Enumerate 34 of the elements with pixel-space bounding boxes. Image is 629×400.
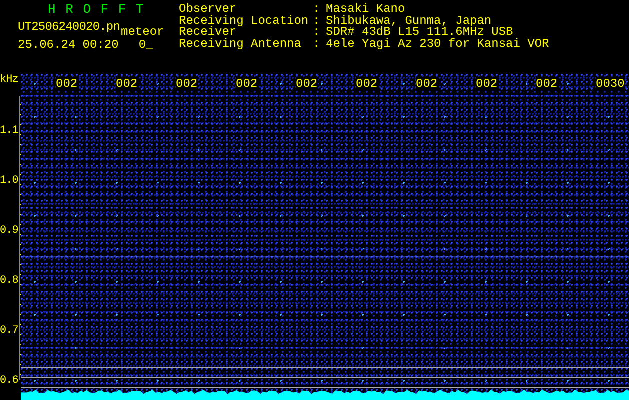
info-value: Shibukawa, Gunma, Japan bbox=[326, 16, 492, 27]
timestamp: 25.06.24 00:20 bbox=[18, 39, 119, 51]
info-value: SDR# 43dB L15 111.6MHz USB bbox=[326, 27, 514, 38]
axis-label: 0.7 bbox=[0, 325, 19, 337]
separator: : bbox=[313, 16, 322, 27]
time-label: 002 bbox=[476, 77, 498, 91]
separator: : bbox=[313, 38, 322, 50]
axis-label: 1.1 bbox=[0, 125, 19, 137]
time-label: 002 bbox=[176, 77, 198, 91]
axis-label: 0.6 bbox=[0, 375, 19, 387]
info-label: Receiver bbox=[179, 27, 237, 38]
axis-label: 0.8 bbox=[0, 275, 19, 287]
time-label: 0030 bbox=[596, 77, 625, 91]
time-label: 002 bbox=[356, 77, 378, 91]
time-label: 002 bbox=[236, 77, 258, 91]
separator: : bbox=[313, 27, 322, 38]
time-label: 002 bbox=[416, 77, 438, 91]
mode-label: meteor bbox=[121, 26, 164, 38]
info-label: Observer bbox=[179, 4, 237, 16]
info-value: 4ele Yagi Az 230 for Kansai VOR bbox=[326, 38, 550, 50]
info-label: Receiving Location bbox=[179, 16, 310, 27]
axis-label: 1.0 bbox=[0, 175, 19, 187]
time-label: 002 bbox=[56, 77, 78, 91]
time-label: 002 bbox=[116, 77, 138, 91]
counter: 0_ bbox=[138, 39, 154, 51]
separator: : bbox=[313, 4, 322, 16]
time-label: 002 bbox=[536, 77, 558, 91]
info-value: Masaki Kano bbox=[326, 4, 406, 16]
app-title: H R O F F T bbox=[47, 4, 146, 16]
axis-label: 0.9 bbox=[0, 225, 19, 237]
info-label: Receiving Antenna bbox=[179, 38, 302, 50]
time-label: 002 bbox=[296, 77, 318, 91]
file-name: UT2506240020.pn bbox=[18, 21, 120, 33]
axis-unit: kHz bbox=[0, 74, 19, 86]
